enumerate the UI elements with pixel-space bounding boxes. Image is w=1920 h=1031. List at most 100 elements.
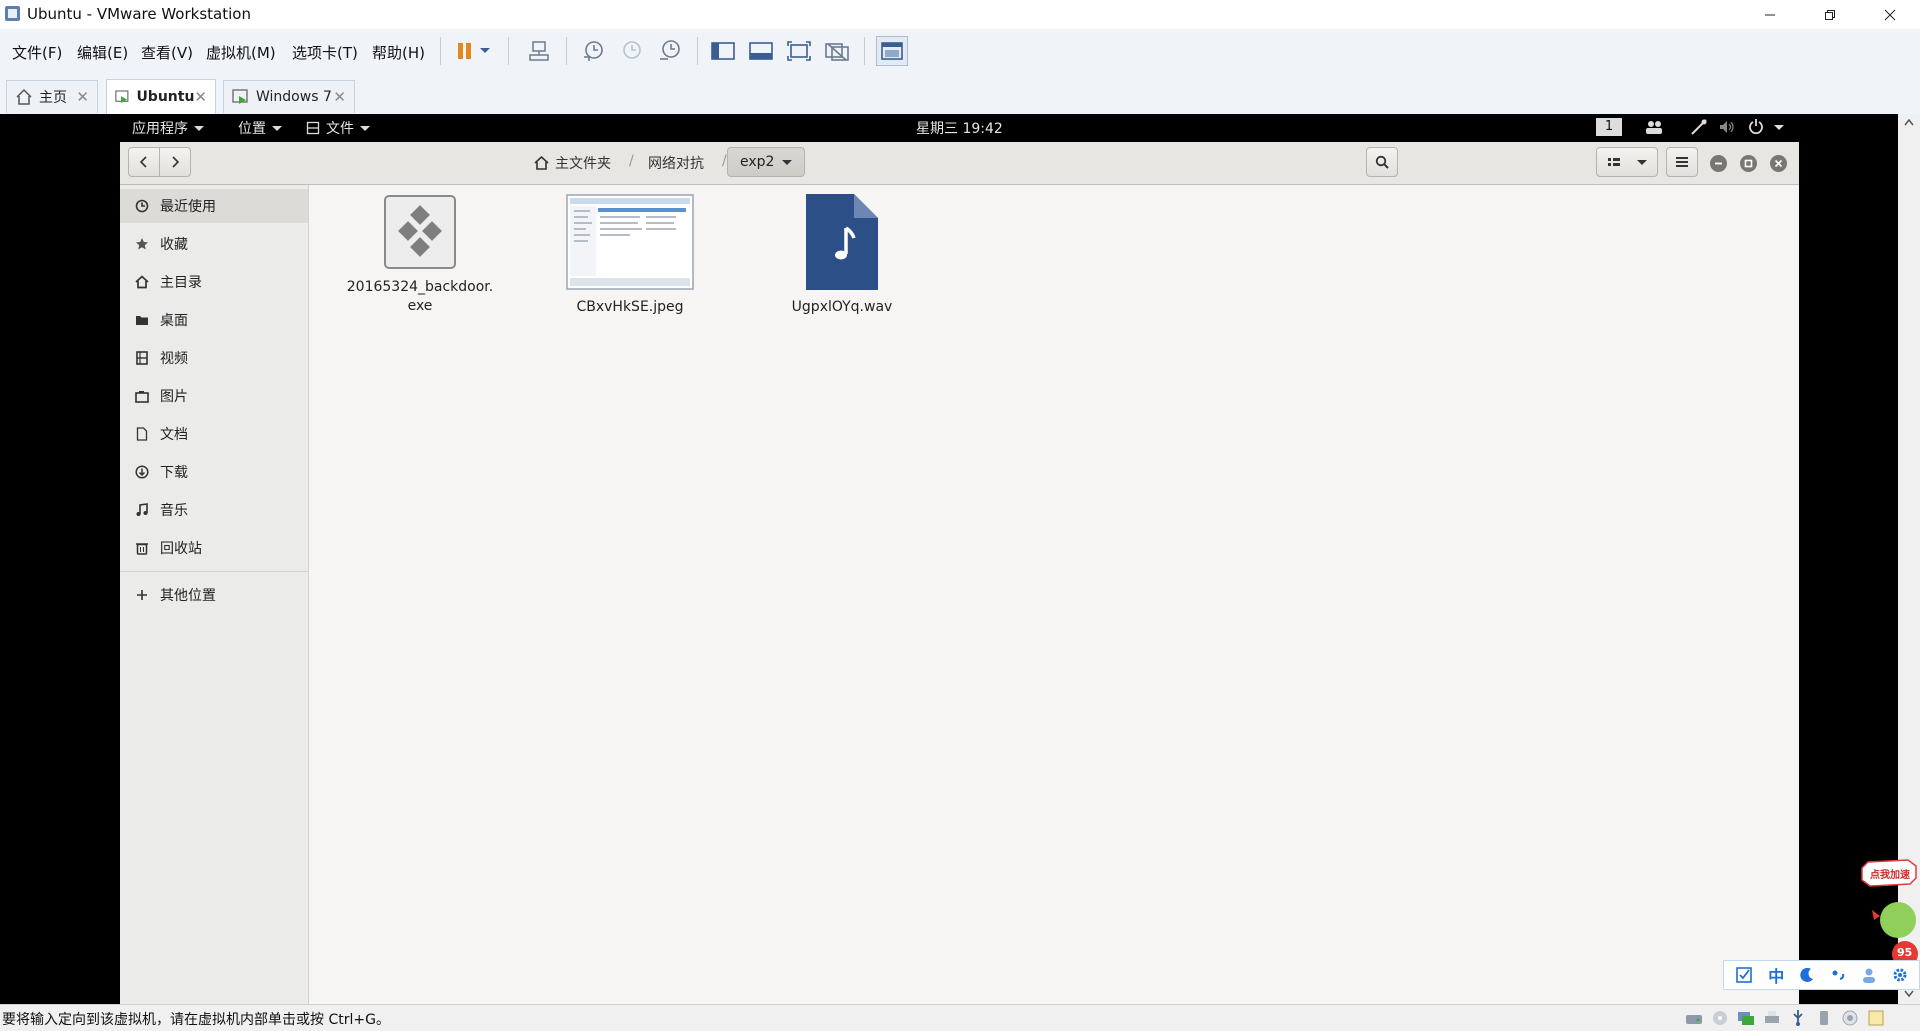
tab-close-icon[interactable]: ✕	[333, 88, 346, 106]
minimize-button[interactable]	[1740, 0, 1800, 29]
home-icon	[134, 274, 150, 290]
close-window-button[interactable]	[1860, 0, 1920, 29]
system-menu-chevron-icon[interactable]	[1774, 125, 1784, 130]
scroll-up-icon[interactable]	[1904, 118, 1914, 126]
sidebar-item-home[interactable]: 主目录	[120, 265, 308, 299]
printer-icon[interactable]	[1762, 1009, 1782, 1027]
applications-menu[interactable]: 应用程序	[132, 118, 204, 138]
audio-file-icon	[806, 194, 878, 290]
close-icon	[1884, 9, 1896, 20]
vmware-tabbar: 主页 ✕ Ubuntu ✕ Windows 7 ✕	[0, 73, 1920, 115]
user-icon[interactable]	[1861, 967, 1877, 983]
fullscreen-button[interactable]	[784, 36, 814, 66]
network-wired-icon[interactable]	[1690, 119, 1708, 135]
breadcrumb-folder[interactable]: 网络对抗	[648, 153, 704, 173]
sidebar-item-documents[interactable]: 文档	[120, 417, 308, 451]
sound-card-icon[interactable]	[1840, 1009, 1860, 1027]
toolbar-separator	[697, 37, 698, 65]
menu-file[interactable]: 文件(F)	[12, 42, 62, 63]
punctuation-icon[interactable]	[1830, 967, 1846, 983]
sidebar-item-music[interactable]: 音乐	[120, 493, 308, 527]
revert-clock-icon	[623, 41, 641, 59]
sidebar-item-starred[interactable]: 收藏	[120, 227, 308, 261]
snapshot-manager-button[interactable]	[655, 36, 685, 66]
forward-button[interactable]	[159, 147, 191, 177]
minimize-button[interactable]	[1710, 155, 1727, 172]
tab-home[interactable]: 主页 ✕	[6, 80, 98, 113]
file-name: CBxvHkSE.jpeg	[576, 299, 684, 315]
sidebar-item-videos[interactable]: 视频	[120, 341, 308, 375]
sidebar-item-pictures[interactable]: 图片	[120, 379, 308, 413]
ime-toolbar[interactable]: 中	[1723, 960, 1920, 990]
settings-gear-icon[interactable]	[1892, 967, 1908, 983]
checkbox-icon[interactable]	[1735, 966, 1753, 984]
sidebar-item-other-locations[interactable]: 其他位置	[120, 578, 308, 612]
home-icon	[16, 88, 32, 105]
files-app-menu[interactable]: 文件	[306, 118, 370, 138]
send-ctrl-alt-del-button[interactable]	[524, 36, 554, 66]
sidebar-item-recent[interactable]: 最近使用	[120, 189, 308, 223]
usb-icon[interactable]	[1788, 1009, 1808, 1027]
volume-icon[interactable]	[1718, 119, 1736, 135]
sidebar-item-label: 文档	[160, 427, 188, 443]
workspace-indicator[interactable]: 1	[1596, 118, 1622, 136]
breadcrumb-label: exp2	[740, 154, 775, 170]
scroll-down-icon[interactable]	[1904, 990, 1914, 998]
menu-view[interactable]: 查看(V)	[141, 42, 193, 63]
menu-vm[interactable]: 虚拟机(M)	[206, 42, 276, 63]
breadcrumb-current[interactable]: exp2	[727, 147, 806, 177]
restore-button[interactable]	[1800, 0, 1860, 29]
breadcrumb-home[interactable]: 主文件夹	[534, 153, 611, 173]
tab-close-icon[interactable]: ✕	[76, 88, 89, 106]
minimize-icon	[1715, 162, 1722, 165]
speedup-widget[interactable]: 点我加速 95	[1858, 858, 1920, 970]
maximize-button[interactable]	[1740, 155, 1757, 172]
menu-edit[interactable]: 编辑(E)	[77, 42, 128, 63]
message-log-icon[interactable]	[1866, 1009, 1886, 1027]
clock[interactable]: 星期三 19:42	[916, 118, 1003, 138]
file-item[interactable]: 20165324_backdoor.exe	[345, 194, 495, 316]
ime-mode[interactable]: 中	[1768, 963, 1784, 987]
toolbar-separator	[440, 37, 441, 65]
sidebar-item-label: 主目录	[160, 275, 202, 291]
tab-windows7[interactable]: Windows 7 ✕	[223, 80, 355, 113]
file-item[interactable]: CBxvHkSE.jpeg	[555, 194, 705, 317]
file-item[interactable]: UgpxlOYq.wav	[767, 194, 917, 317]
network-adapter-icon[interactable]	[1736, 1009, 1756, 1027]
revert-snapshot-button[interactable]	[617, 36, 647, 66]
thumbnail-bar-button[interactable]	[746, 36, 776, 66]
sidebar-item-label: 其他位置	[160, 588, 216, 604]
users-icon[interactable]	[1645, 119, 1663, 135]
vmware-statusbar: 要将输入定向到该虚拟机，请在虚拟机内部单击或按 Ctrl+G。	[0, 1004, 1920, 1031]
menu-button[interactable]	[1666, 147, 1698, 177]
search-button[interactable]	[1366, 147, 1398, 177]
menu-tabs[interactable]: 选项卡(T)	[292, 42, 358, 63]
usb-drive-icon[interactable]	[1814, 1009, 1834, 1027]
chevron-down-icon	[194, 125, 204, 131]
unity-mode-button[interactable]	[822, 36, 852, 66]
moon-icon[interactable]	[1799, 967, 1815, 983]
tab-close-icon[interactable]: ✕	[194, 88, 207, 106]
chevron-right-icon	[172, 156, 180, 168]
console-view-button[interactable]	[876, 36, 908, 66]
snapshot-button[interactable]	[578, 36, 608, 66]
file-cabinet-icon	[306, 121, 320, 135]
tab-ubuntu[interactable]: Ubuntu ✕	[106, 79, 216, 114]
sidebar-item-desktop[interactable]: 桌面	[120, 303, 308, 337]
hard-disk-icon[interactable]	[1684, 1009, 1704, 1027]
power-icon[interactable]	[1748, 118, 1764, 134]
list-view-icon	[1608, 158, 1620, 166]
sidebar-item-trash[interactable]: 回收站	[120, 531, 308, 565]
places-menu[interactable]: 位置	[238, 118, 282, 138]
close-button[interactable]	[1770, 155, 1787, 172]
cd-rom-icon[interactable]	[1710, 1009, 1730, 1027]
back-button[interactable]	[128, 147, 160, 177]
snapshot-clock-icon	[584, 41, 603, 61]
show-library-button[interactable]	[708, 36, 738, 66]
view-mode-button[interactable]	[1596, 147, 1658, 177]
power-menu-dropdown[interactable]	[476, 36, 494, 66]
manager-clock-icon	[660, 40, 680, 60]
menu-help[interactable]: 帮助(H)	[372, 42, 425, 63]
sidebar-item-downloads[interactable]: 下载	[120, 455, 308, 489]
home-icon	[534, 156, 549, 170]
